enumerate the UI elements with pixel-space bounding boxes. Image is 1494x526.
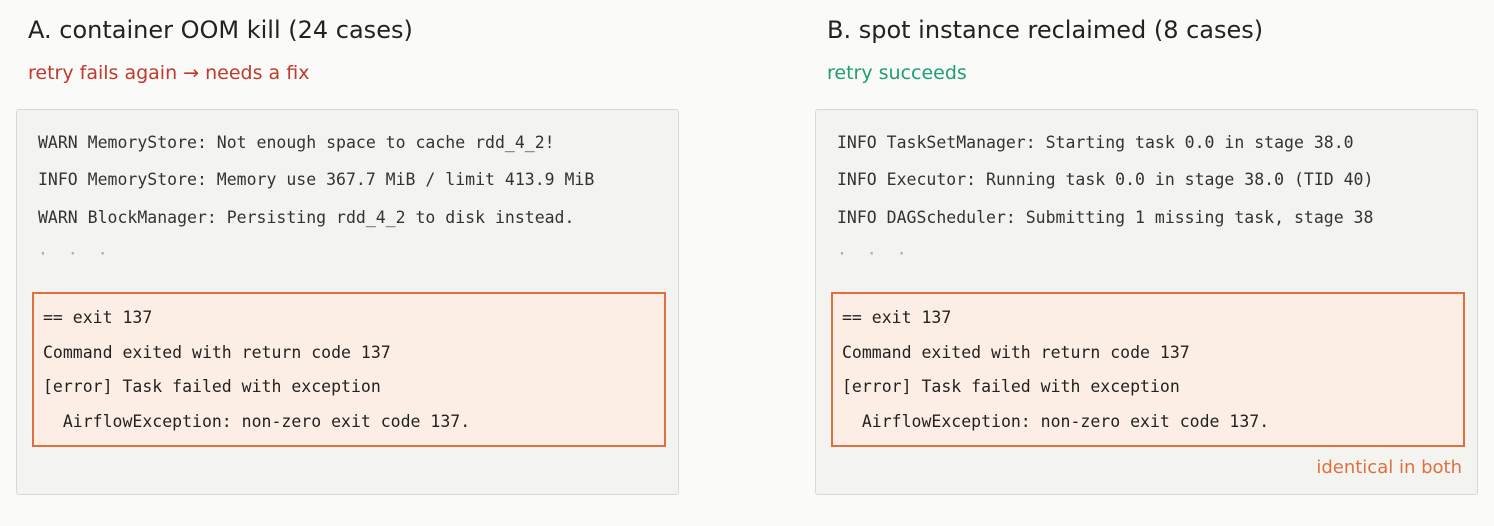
log-line: WARN MemoryStore: Not enough space to ca… — [38, 133, 555, 152]
log-ellipsis: · · · — [38, 244, 108, 263]
panel-title: B. spot instance reclaimed (8 cases) — [827, 16, 1264, 44]
exit-line: == exit 137 — [43, 308, 153, 327]
panel-outcome: retry fails again → needs a fix — [28, 62, 310, 84]
log-excerpt: WARN MemoryStore: Not enough space to ca… — [16, 109, 679, 495]
panel-title: A. container OOM kill (24 cases) — [28, 16, 413, 44]
exit-block: == exit 137 Command exited with return c… — [32, 292, 666, 447]
log-line: INFO DAGScheduler: Submitting 1 missing … — [837, 208, 1374, 227]
log-excerpt: INFO TaskSetManager: Starting task 0.0 i… — [815, 109, 1478, 495]
exit-block: == exit 137 Command exited with return c… — [831, 292, 1465, 447]
log-line: INFO MemoryStore: Memory use 367.7 MiB /… — [38, 170, 595, 189]
panel-oom-kill: A. container OOM kill (24 cases) retry f… — [0, 0, 679, 526]
log-line: WARN BlockManager: Persisting rdd_4_2 to… — [38, 208, 575, 227]
panel-outcome: retry succeeds — [827, 62, 967, 84]
log-line: INFO TaskSetManager: Starting task 0.0 i… — [837, 133, 1354, 152]
exit-line: [error] Task failed with exception — [43, 377, 381, 396]
exit-line: [error] Task failed with exception — [842, 377, 1180, 396]
exit-line: AirflowException: non-zero exit code 137… — [43, 412, 471, 431]
log-ellipsis: · · · — [837, 244, 907, 263]
panel-spot-reclaimed: B. spot instance reclaimed (8 cases) ret… — [799, 0, 1478, 526]
log-line: INFO Executor: Running task 0.0 in stage… — [837, 170, 1374, 189]
comparison-diagram: A. container OOM kill (24 cases) retry f… — [0, 0, 1494, 526]
exit-line: AirflowException: non-zero exit code 137… — [842, 412, 1270, 431]
exit-line: Command exited with return code 137 — [43, 343, 391, 362]
exit-line: Command exited with return code 137 — [842, 343, 1190, 362]
identical-note: identical in both — [1316, 457, 1462, 478]
exit-line: == exit 137 — [842, 308, 952, 327]
